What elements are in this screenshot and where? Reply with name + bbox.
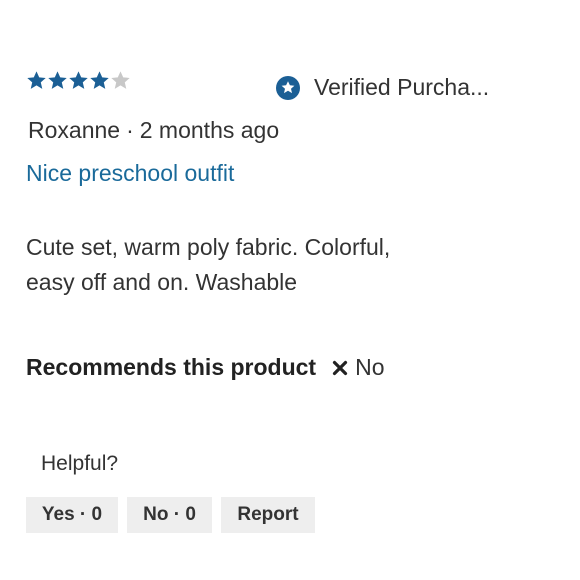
helpful-yes-button[interactable]: Yes · 0 [26, 497, 118, 533]
x-icon [333, 360, 348, 375]
helpful-buttons: Yes · 0 No · 0 Report [26, 497, 315, 533]
verified-badge-icon [276, 75, 300, 100]
review-card: Verified Purcha... Roxanne · 2 months ago … [0, 0, 580, 580]
author-name: Roxanne [28, 117, 121, 143]
recommends-value: No [355, 354, 385, 380]
rating-row: Verified Purcha... [26, 70, 506, 104]
review-date: 2 months ago [139, 117, 280, 143]
star-icon [90, 71, 109, 89]
review-body-line: easy off and on. Washable [26, 269, 298, 295]
review-body-line: Cute set, warm poly fabric. Colorful, [26, 234, 391, 260]
review-meta: Roxanne · 2 months ago [28, 117, 279, 144]
recommends-label: Recommends this product [26, 354, 317, 380]
recommendation: Recommends this product No [26, 354, 385, 381]
verified-purchase: Verified Purcha... [276, 74, 489, 101]
helpful-label: Helpful? [41, 452, 119, 475]
verified-label: Verified Purcha... [314, 74, 490, 100]
review-body: Cute set, warm poly fabric. Colorful, ea… [26, 230, 506, 300]
star-icon [48, 71, 67, 89]
helpful-no-button[interactable]: No · 0 [127, 497, 212, 533]
star-icon [111, 71, 130, 89]
review-title: Nice preschool outfit [26, 160, 235, 186]
meta-separator: · [126, 117, 134, 143]
report-button[interactable]: Report [221, 497, 315, 533]
star-icon [69, 71, 88, 89]
star-icon [27, 71, 46, 89]
star-rating [26, 70, 131, 91]
